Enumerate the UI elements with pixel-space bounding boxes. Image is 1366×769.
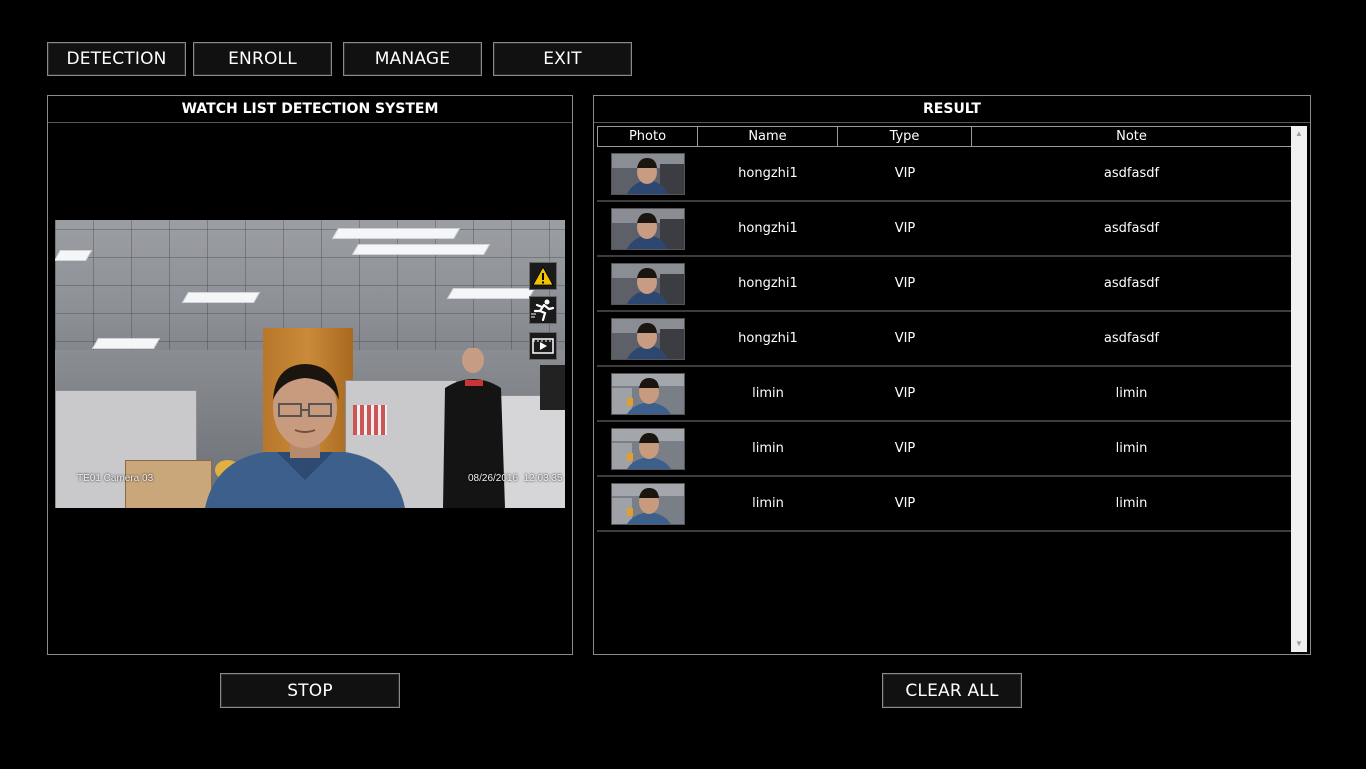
table-row[interactable]: hongzhi1 VIP asdfasdf <box>597 257 1291 312</box>
detection-panel-title: WATCH LIST DETECTION SYSTEM <box>48 96 572 123</box>
name-cell: hongzhi1 <box>738 166 798 181</box>
hongzhi-face-thumbnail <box>610 207 685 250</box>
photo-cell <box>597 207 698 250</box>
hongzhi-face-thumbnail <box>610 262 685 305</box>
result-panel: RESULT Photo Name Type Note hongzhi1 VIP a… <box>593 95 1311 655</box>
table-row[interactable]: hongzhi1 VIP asdfasdf <box>597 202 1291 257</box>
type-cell: VIP <box>894 496 916 511</box>
clear-all-button[interactable]: CLEAR ALL <box>882 673 1022 708</box>
name-cell: hongzhi1 <box>738 331 798 346</box>
table-row[interactable]: hongzhi1 VIP asdfasdf <box>597 147 1291 202</box>
scroll-up-arrow-icon[interactable]: ▲ <box>1291 126 1307 142</box>
name-cell: limin <box>752 441 784 456</box>
name-cell: limin <box>752 386 784 401</box>
table-row[interactable]: limin VIP limin <box>597 367 1291 422</box>
result-panel-title: RESULT <box>594 96 1310 123</box>
limin-face-thumbnail <box>610 372 685 415</box>
stop-button[interactable]: STOP <box>220 673 400 708</box>
table-row[interactable]: limin VIP limin <box>597 477 1291 532</box>
limin-face-thumbnail <box>610 482 685 525</box>
column-header-photo[interactable]: Photo <box>597 127 698 146</box>
camera-label: TE01 Camera 03 <box>77 473 154 484</box>
type-cell: VIP <box>894 386 916 401</box>
note-cell: asdfasdf <box>1103 221 1160 236</box>
running-person-icon[interactable] <box>529 296 557 324</box>
detection-panel: WATCH LIST DETECTION SYSTEM TE01 Camera … <box>47 95 573 655</box>
column-header-note[interactable]: Note <box>972 127 1291 146</box>
type-cell: VIP <box>894 331 916 346</box>
table-row[interactable]: limin VIP limin <box>597 422 1291 477</box>
hongzhi-face-thumbnail <box>610 317 685 360</box>
table-scrollbar[interactable]: ▲ ▼ <box>1291 126 1307 652</box>
photo-cell <box>597 372 698 415</box>
column-header-name[interactable]: Name <box>698 127 838 146</box>
type-cell: VIP <box>894 276 916 291</box>
video-playback-icon[interactable] <box>529 332 557 360</box>
note-cell: limin <box>1115 386 1148 401</box>
warning-icon[interactable] <box>529 262 557 290</box>
limin-face-thumbnail <box>610 427 685 470</box>
type-cell: VIP <box>894 441 916 456</box>
table-header: Photo Name Type Note <box>597 126 1291 147</box>
note-cell: limin <box>1115 441 1148 456</box>
photo-cell <box>597 152 698 195</box>
photo-cell <box>597 262 698 305</box>
video-timestamp: 08/26/2016 12:03:35 <box>468 473 563 484</box>
column-header-type[interactable]: Type <box>838 127 972 146</box>
name-cell: limin <box>752 496 784 511</box>
exit-button[interactable]: EXIT <box>493 42 632 76</box>
table-row[interactable]: hongzhi1 VIP asdfasdf <box>597 312 1291 367</box>
result-table: Photo Name Type Note hongzhi1 VIP asdfasdf… <box>597 126 1307 652</box>
name-cell: hongzhi1 <box>738 221 798 236</box>
detection-button[interactable]: DETECTION <box>47 42 186 76</box>
camera-video-feed: TE01 Camera 03 08/26/2016 12:03:35 <box>55 220 565 508</box>
photo-cell <box>597 482 698 525</box>
note-cell: asdfasdf <box>1103 331 1160 346</box>
photo-cell <box>597 427 698 470</box>
scroll-down-arrow-icon[interactable]: ▼ <box>1291 636 1307 652</box>
hongzhi-face-thumbnail <box>610 152 685 195</box>
manage-button[interactable]: MANAGE <box>343 42 482 76</box>
note-cell: asdfasdf <box>1103 166 1160 181</box>
type-cell: VIP <box>894 166 916 181</box>
type-cell: VIP <box>894 221 916 236</box>
note-cell: limin <box>1115 496 1148 511</box>
note-cell: asdfasdf <box>1103 276 1160 291</box>
photo-cell <box>597 317 698 360</box>
name-cell: hongzhi1 <box>738 276 798 291</box>
enroll-button[interactable]: ENROLL <box>193 42 332 76</box>
